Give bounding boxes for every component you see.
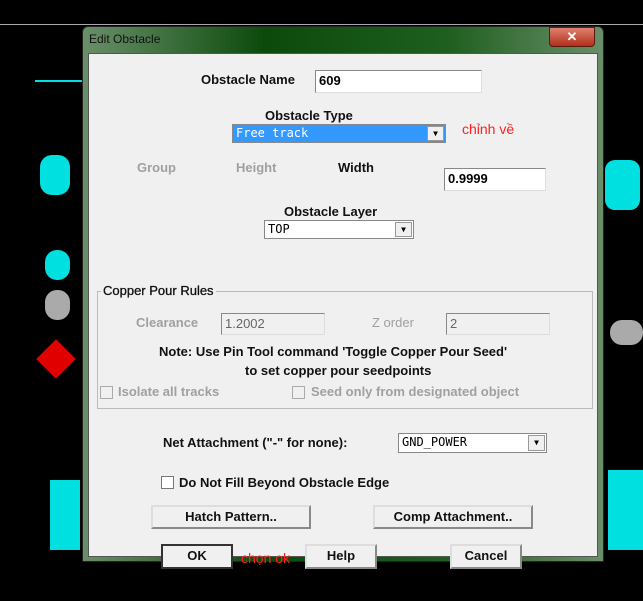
cancel-button[interactable]: Cancel bbox=[450, 544, 522, 569]
dialog-body: Obstacle Name 609 Obstacle Type Free tra… bbox=[88, 53, 598, 569]
width-label: Width bbox=[338, 160, 374, 175]
clearance-label: Clearance bbox=[136, 315, 199, 330]
obstacle-layer-value: TOP bbox=[268, 222, 290, 236]
obstacle-layer-select[interactable]: TOP ▼ bbox=[264, 220, 414, 239]
edit-obstacle-dialog: Edit Obstacle ✕ Obstacle Name 609 Obstac… bbox=[82, 26, 604, 569]
chevron-down-icon[interactable]: ▼ bbox=[427, 126, 444, 141]
copper-note-line1: Note: Use Pin Tool command 'Toggle Coppe… bbox=[159, 344, 508, 359]
close-button[interactable]: ✕ bbox=[549, 27, 595, 47]
obstacle-type-label: Obstacle Type bbox=[265, 108, 353, 123]
obstacle-layer-label: Obstacle Layer bbox=[284, 204, 378, 219]
no-fill-label: Do Not Fill Beyond Obstacle Edge bbox=[179, 475, 390, 490]
obstacle-name-input[interactable]: 609 bbox=[315, 70, 482, 93]
net-attachment-value: GND_POWER bbox=[402, 435, 468, 449]
net-attachment-label: Net Attachment ("-" for none): bbox=[163, 435, 348, 450]
ok-button[interactable]: OK bbox=[161, 544, 233, 569]
zorder-label: Z order bbox=[372, 315, 414, 330]
seed-only-label: Seed only from designated object bbox=[311, 384, 520, 399]
clearance-input[interactable]: 1.2002 bbox=[221, 313, 325, 335]
isolate-all-tracks-label: Isolate all tracks bbox=[118, 384, 220, 399]
comp-attachment-button[interactable]: Comp Attachment.. bbox=[373, 505, 533, 529]
group-label: Group bbox=[137, 160, 176, 175]
hatch-pattern-button[interactable]: Hatch Pattern.. bbox=[151, 505, 311, 529]
obstacle-type-select[interactable]: Free track ▼ bbox=[232, 124, 446, 143]
chevron-down-icon[interactable]: ▼ bbox=[395, 222, 412, 237]
copper-note-line2: to set copper pour seedpoints bbox=[245, 363, 432, 378]
dialog-title: Edit Obstacle bbox=[89, 32, 161, 46]
chevron-down-icon[interactable]: ▼ bbox=[528, 435, 545, 451]
width-input[interactable]: 0.9999 bbox=[444, 168, 546, 191]
no-fill-checkbox[interactable] bbox=[161, 476, 174, 489]
seed-only-checkbox[interactable] bbox=[292, 386, 305, 399]
obstacle-name-label: Obstacle Name bbox=[201, 72, 295, 87]
height-label: Height bbox=[236, 160, 277, 175]
isolate-all-tracks-checkbox[interactable] bbox=[100, 386, 113, 399]
zorder-input[interactable]: 2 bbox=[446, 313, 550, 335]
copper-pour-title: Copper Pour Rules bbox=[101, 283, 216, 298]
obstacle-type-value: Free track bbox=[236, 126, 309, 140]
help-button[interactable]: Help bbox=[305, 544, 377, 569]
net-attachment-select[interactable]: GND_POWER ▼ bbox=[398, 433, 547, 453]
annotation-ok: chọn ok bbox=[241, 550, 291, 566]
annotation-type: chỉnh về bbox=[462, 121, 515, 137]
